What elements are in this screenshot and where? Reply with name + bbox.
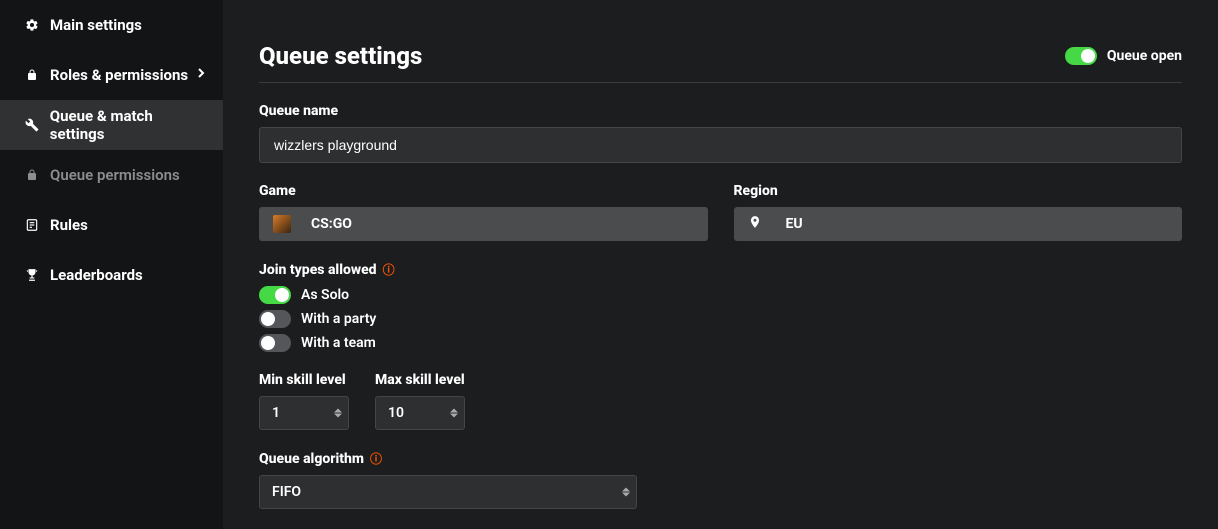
game-value: CS:GO bbox=[311, 216, 352, 232]
list-icon bbox=[24, 217, 40, 233]
page-title: Queue settings bbox=[259, 42, 422, 70]
game-icon bbox=[273, 215, 291, 233]
min-skill-value: 1 bbox=[272, 405, 280, 421]
min-skill-stepper[interactable]: 1 bbox=[259, 396, 349, 430]
gear-icon bbox=[24, 17, 40, 33]
sidebar-item-main-settings[interactable]: Main settings bbox=[0, 0, 223, 50]
sidebar-item-label: Queue permissions bbox=[50, 166, 180, 184]
game-select[interactable]: CS:GO bbox=[259, 207, 708, 241]
join-types-label: Join types allowed ⓘ bbox=[259, 261, 1182, 278]
info-icon[interactable]: ⓘ bbox=[383, 261, 395, 278]
sidebar: Main settings Roles & permissions Queue … bbox=[0, 0, 223, 529]
join-solo-toggle[interactable] bbox=[259, 286, 291, 304]
algorithm-select[interactable]: FIFO bbox=[259, 475, 637, 509]
sidebar-item-queue-permissions[interactable]: Queue permissions bbox=[0, 150, 223, 200]
join-solo-label: As Solo bbox=[301, 287, 349, 303]
max-skill-value: 10 bbox=[388, 405, 404, 421]
divider bbox=[259, 82, 1182, 83]
stepper-icon bbox=[334, 409, 342, 418]
algorithm-label: Queue algorithm ⓘ bbox=[259, 450, 1182, 467]
main-panel: Queue settings Queue open Queue name Gam… bbox=[223, 0, 1218, 529]
sidebar-item-label: Main settings bbox=[50, 16, 142, 34]
pin-icon bbox=[748, 215, 766, 233]
join-team-label: With a team bbox=[301, 335, 376, 351]
stepper-icon bbox=[450, 409, 458, 418]
sidebar-item-queue-match-settings[interactable]: Queue & match settings bbox=[0, 100, 223, 150]
min-skill-label: Min skill level bbox=[259, 372, 349, 388]
max-skill-stepper[interactable]: 10 bbox=[375, 396, 465, 430]
lock-icon bbox=[24, 67, 40, 83]
sidebar-item-label: Queue & match settings bbox=[50, 107, 209, 143]
sidebar-item-rules[interactable]: Rules bbox=[0, 200, 223, 250]
sidebar-item-leaderboards[interactable]: Leaderboards bbox=[0, 250, 223, 300]
queue-open-label: Queue open bbox=[1107, 48, 1182, 64]
algorithm-value: FIFO bbox=[272, 484, 301, 500]
join-team-toggle[interactable] bbox=[259, 334, 291, 352]
game-label: Game bbox=[259, 183, 708, 199]
stepper-icon bbox=[622, 488, 630, 497]
join-party-toggle[interactable] bbox=[259, 310, 291, 328]
sidebar-item-label: Rules bbox=[50, 216, 88, 234]
region-label: Region bbox=[734, 183, 1183, 199]
queue-open-toggle[interactable] bbox=[1065, 47, 1097, 65]
region-value: EU bbox=[786, 216, 803, 232]
queue-name-input[interactable] bbox=[259, 127, 1182, 163]
tools-icon bbox=[24, 117, 40, 133]
sidebar-item-label: Leaderboards bbox=[50, 266, 143, 284]
queue-name-label: Queue name bbox=[259, 103, 1182, 119]
join-party-label: With a party bbox=[301, 311, 376, 327]
region-select[interactable]: EU bbox=[734, 207, 1183, 241]
sidebar-item-label: Roles & permissions bbox=[50, 66, 188, 84]
trophy-icon bbox=[24, 267, 40, 283]
lock-icon bbox=[24, 167, 40, 183]
info-icon[interactable]: ⓘ bbox=[370, 450, 382, 467]
chevron-right-icon bbox=[193, 65, 209, 85]
sidebar-item-roles-permissions[interactable]: Roles & permissions bbox=[0, 50, 223, 100]
max-skill-label: Max skill level bbox=[375, 372, 465, 388]
